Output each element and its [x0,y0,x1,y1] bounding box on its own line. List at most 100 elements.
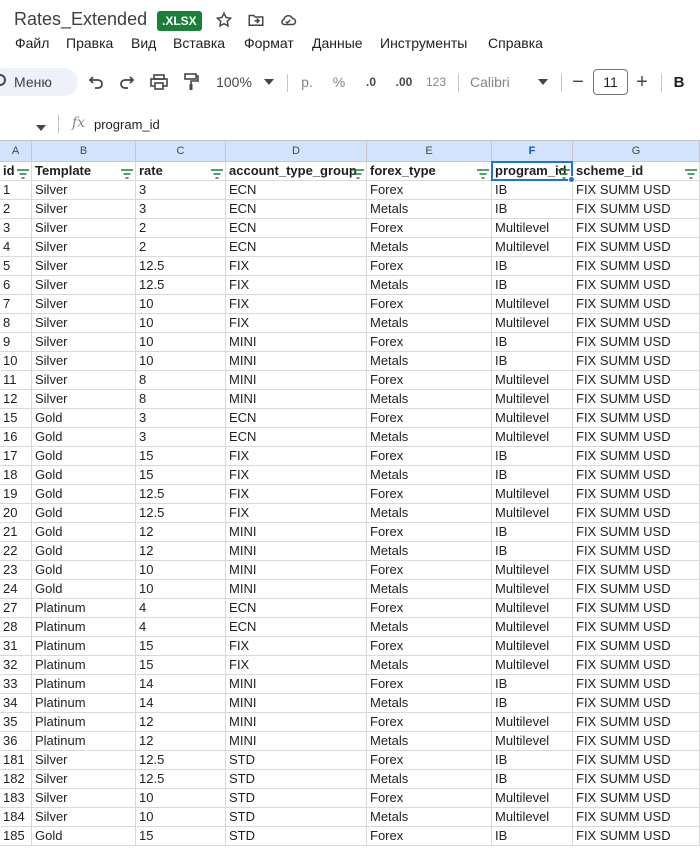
cell-scheme-id[interactable]: FIX SUMM USD [573,675,700,694]
cell-program-id[interactable]: Multilevel [492,390,573,409]
cell-forex-type[interactable]: Forex [367,447,492,466]
column-header-a[interactable]: A [0,141,32,162]
cell-account-type-group[interactable]: MINI [226,580,367,599]
cell-rate[interactable]: 10 [136,580,226,599]
cell-account-type-group[interactable]: STD [226,770,367,789]
cell-id[interactable]: 4 [0,238,32,257]
cell-forex-type[interactable]: Forex [367,789,492,808]
cell-id[interactable]: 6 [0,276,32,295]
cell-program-id[interactable]: Multilevel [492,295,573,314]
cell-id[interactable]: 35 [0,713,32,732]
cell-template[interactable]: Silver [32,238,136,257]
filter-icon[interactable] [211,166,223,179]
menu-search[interactable]: Меню [0,68,78,96]
cloud-saved-icon[interactable] [278,10,298,30]
cell-forex-type[interactable]: Metals [367,732,492,751]
cell-program-id[interactable]: Multilevel [492,618,573,637]
cell-program-id[interactable]: Multilevel [492,485,573,504]
star-icon[interactable] [214,10,234,30]
header-cell-id[interactable]: id [0,162,32,181]
cell-rate[interactable]: 12 [136,542,226,561]
name-box-dropdown-icon[interactable] [36,118,46,136]
cell-id[interactable]: 1 [0,181,32,200]
filter-icon[interactable] [477,166,489,179]
cell-scheme-id[interactable]: FIX SUMM USD [573,599,700,618]
cell-forex-type[interactable]: Forex [367,409,492,428]
cell-id[interactable]: 19 [0,485,32,504]
cell-program-id[interactable]: IB [492,200,573,219]
cell-id[interactable]: 24 [0,580,32,599]
cell-scheme-id[interactable]: FIX SUMM USD [573,827,700,846]
cell-program-id[interactable]: Multilevel [492,504,573,523]
cell-forex-type[interactable]: Forex [367,257,492,276]
cell-id[interactable]: 31 [0,637,32,656]
cell-rate[interactable]: 2 [136,238,226,257]
cell-forex-type[interactable]: Metals [367,770,492,789]
cell-rate[interactable]: 10 [136,352,226,371]
cell-account-type-group[interactable]: ECN [226,409,367,428]
cell-id[interactable]: 22 [0,542,32,561]
cell-scheme-id[interactable]: FIX SUMM USD [573,713,700,732]
cell-program-id[interactable]: Multilevel [492,599,573,618]
cell-template[interactable]: Gold [32,428,136,447]
cell-id[interactable]: 15 [0,409,32,428]
cell-program-id[interactable]: Multilevel [492,808,573,827]
cell-account-type-group[interactable]: MINI [226,542,367,561]
cell-forex-type[interactable]: Metals [367,656,492,675]
cell-id[interactable]: 21 [0,523,32,542]
cell-scheme-id[interactable]: FIX SUMM USD [573,561,700,580]
cell-account-type-group[interactable]: FIX [226,276,367,295]
cell-account-type-group[interactable]: FIX [226,485,367,504]
cell-id[interactable]: 11 [0,371,32,390]
formula-input[interactable]: program_id [94,117,160,132]
cell-scheme-id[interactable]: FIX SUMM USD [573,409,700,428]
decrease-decimal-button[interactable]: .0 [358,72,384,92]
cell-rate[interactable]: 3 [136,409,226,428]
cell-forex-type[interactable]: Forex [367,333,492,352]
cell-scheme-id[interactable]: FIX SUMM USD [573,257,700,276]
cell-id[interactable]: 32 [0,656,32,675]
cell-scheme-id[interactable]: FIX SUMM USD [573,694,700,713]
cell-account-type-group[interactable]: FIX [226,466,367,485]
cell-account-type-group[interactable]: STD [226,789,367,808]
cell-scheme-id[interactable]: FIX SUMM USD [573,352,700,371]
document-title[interactable]: Rates_Extended [14,9,147,30]
filter-icon[interactable] [17,166,29,179]
cell-program-id[interactable]: IB [492,542,573,561]
bold-button[interactable]: B [670,72,688,92]
cell-id[interactable]: 36 [0,732,32,751]
cell-template[interactable]: Gold [32,523,136,542]
cell-scheme-id[interactable]: FIX SUMM USD [573,808,700,827]
cell-forex-type[interactable]: Metals [367,276,492,295]
cell-rate[interactable]: 3 [136,200,226,219]
cell-forex-type[interactable]: Metals [367,466,492,485]
cell-scheme-id[interactable]: FIX SUMM USD [573,276,700,295]
percent-format-button[interactable]: % [328,72,350,92]
cell-rate[interactable]: 10 [136,789,226,808]
cell-id[interactable]: 27 [0,599,32,618]
cell-forex-type[interactable]: Forex [367,219,492,238]
increase-decimal-button[interactable]: .00 [390,72,418,92]
cell-scheme-id[interactable]: FIX SUMM USD [573,295,700,314]
cell-forex-type[interactable]: Forex [367,751,492,770]
cell-template[interactable]: Silver [32,276,136,295]
cell-forex-type[interactable]: Metals [367,694,492,713]
cell-scheme-id[interactable]: FIX SUMM USD [573,580,700,599]
cell-scheme-id[interactable]: FIX SUMM USD [573,238,700,257]
cell-rate[interactable]: 12.5 [136,485,226,504]
move-to-folder-icon[interactable] [246,10,266,30]
cell-template[interactable]: Silver [32,295,136,314]
cell-scheme-id[interactable]: FIX SUMM USD [573,732,700,751]
cell-account-type-group[interactable]: FIX [226,257,367,276]
menu-data[interactable]: Данные [312,35,363,51]
cell-program-id[interactable]: IB [492,751,573,770]
cell-program-id[interactable]: IB [492,675,573,694]
cell-scheme-id[interactable]: FIX SUMM USD [573,656,700,675]
cell-rate[interactable]: 3 [136,428,226,447]
cell-rate[interactable]: 14 [136,694,226,713]
cell-template[interactable]: Platinum [32,694,136,713]
cell-rate[interactable]: 15 [136,656,226,675]
cell-scheme-id[interactable]: FIX SUMM USD [573,447,700,466]
cell-id[interactable]: 3 [0,219,32,238]
header-cell-template[interactable]: Template [32,162,136,181]
